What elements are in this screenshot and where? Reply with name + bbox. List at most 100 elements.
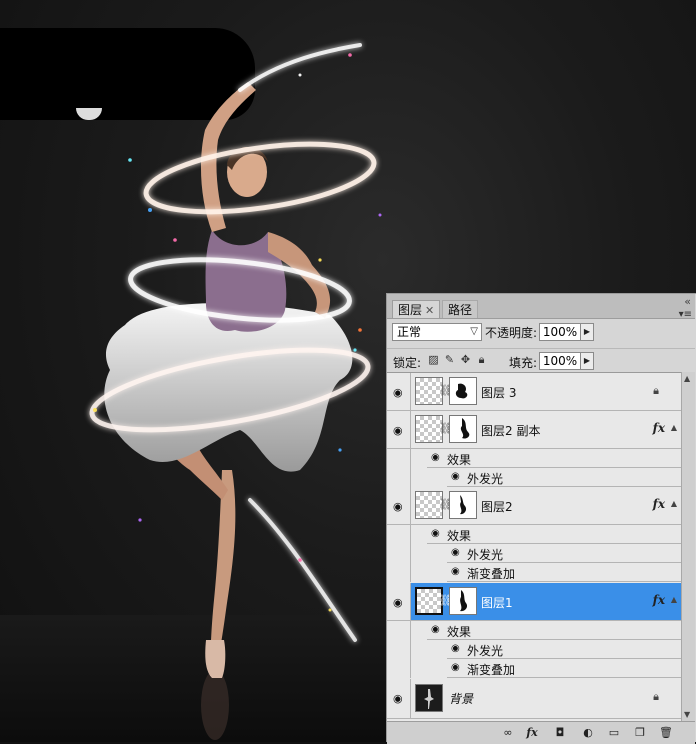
effect-label: 渐变叠加 (467, 567, 516, 581)
opacity-input[interactable]: 100% (539, 323, 581, 341)
lock-label: 锁定: (393, 356, 422, 370)
tab-paths-label: 路径 (448, 303, 473, 317)
tab-paths[interactable]: 路径 (442, 300, 479, 318)
effects-label: 效果 (447, 453, 472, 467)
blend-mode-select[interactable]: 正常 ▽ (392, 323, 482, 341)
layer-row-layer3[interactable]: ◉ ⛓ 图层 3 🔒︎ (387, 373, 681, 411)
effects-label: 效果 (447, 625, 472, 639)
visibility-cell (387, 468, 411, 487)
link-layers-icon[interactable]: ∞ (501, 726, 515, 739)
eye-icon[interactable]: ◉ (451, 662, 460, 673)
light-ribbon-tail (248, 498, 357, 642)
lock-position-icon[interactable]: ✥ (459, 353, 472, 366)
effects-header[interactable]: ◉ 效果 (387, 449, 681, 468)
lock-all-icon[interactable]: 🔒︎ (475, 353, 488, 366)
visibility-cell (387, 621, 411, 640)
layer-name: 图层1 (481, 596, 513, 610)
effect-gradient-overlay[interactable]: ◉ 渐变叠加 (387, 563, 681, 582)
blend-row: 正常 ▽ 不透明度: 100% ▶ (387, 319, 695, 346)
layer-mask-thumbnail[interactable] (449, 491, 477, 519)
visibility-cell (387, 525, 411, 544)
floor-reflection (201, 670, 229, 740)
layer-name: 图层2 副本 (481, 424, 541, 438)
eye-icon[interactable]: ◉ (431, 528, 440, 539)
visibility-cell (387, 544, 411, 563)
eye-icon[interactable]: ◉ (451, 566, 460, 577)
fill-slider-button[interactable]: ▶ (580, 352, 594, 370)
lock-transparency-icon[interactable]: ▨ (427, 353, 440, 366)
tab-layers[interactable]: 图层 ✕ (392, 300, 441, 318)
fx-icon[interactable]: fx (653, 497, 665, 511)
layer-row-layer2-copy[interactable]: ◉ ⛓ 图层2 副本 fx ▲ (387, 411, 681, 449)
effect-label: 外发光 (467, 548, 504, 562)
effect-outer-glow[interactable]: ◉ 外发光 (387, 544, 681, 563)
visibility-cell (387, 449, 411, 468)
effect-label: 渐变叠加 (467, 663, 516, 677)
lock-image-icon[interactable]: ✎ (443, 353, 456, 366)
scroll-up-icon[interactable]: ▲ (684, 374, 690, 383)
eye-icon[interactable]: ◉ (431, 452, 440, 463)
layer-name: 背景 (449, 692, 474, 706)
fill-label: 填充: (509, 356, 538, 370)
eye-icon[interactable]: ◉ (451, 547, 460, 558)
new-group-icon[interactable]: ▭ (607, 726, 621, 739)
effect-label: 外发光 (467, 644, 504, 658)
visibility-toggle[interactable]: ◉ (387, 411, 411, 448)
light-ribbon-top (238, 43, 362, 92)
fx-icon[interactable]: fx (653, 593, 665, 607)
layer-mask-thumbnail[interactable] (449, 587, 477, 615)
visibility-cell (387, 563, 411, 582)
collapse-icon[interactable]: « (684, 295, 691, 308)
visibility-toggle[interactable]: ◉ (387, 373, 411, 410)
eye-icon[interactable]: ◉ (431, 624, 440, 635)
expand-effects-icon[interactable]: ▲ (671, 423, 677, 432)
fill-input[interactable]: 100% (539, 352, 581, 370)
layer-row-background[interactable]: ◉ 背景 🔒︎ (387, 679, 681, 719)
eye-icon[interactable]: ◉ (451, 471, 460, 482)
effects-header[interactable]: ◉ 效果 (387, 525, 681, 544)
lock-icon: 🔒︎ (653, 384, 659, 397)
layer-name: 图层 3 (481, 386, 517, 400)
effect-gradient-overlay[interactable]: ◉ 渐变叠加 (387, 659, 681, 678)
visibility-cell (387, 640, 411, 659)
tab-layers-label: 图层 (398, 303, 423, 317)
eye-icon[interactable]: ◉ (451, 643, 460, 654)
layers-scrollbar[interactable]: ▲ ▼ (681, 372, 695, 721)
adjustment-layer-icon[interactable]: ◐ (581, 726, 595, 739)
effects-header[interactable]: ◉ 效果 (387, 621, 681, 640)
layer-row-layer1[interactable]: ◉ ⛓ 图层1 fx ▲ (387, 583, 681, 621)
effects-label: 效果 (447, 529, 472, 543)
layers-list: ◉ ⛓ 图层 3 🔒︎ ◉ ⛓ 图层2 副本 fx ▲ ◉ 效果 ◉ 外发光 ◉ (387, 372, 681, 722)
pointe-shoe (205, 640, 226, 678)
layer-row-layer2[interactable]: ◉ ⛓ 图层2 fx ▲ (387, 487, 681, 525)
effect-label: 外发光 (467, 472, 504, 486)
visibility-toggle[interactable]: ◉ (387, 487, 411, 524)
effect-outer-glow[interactable]: ◉ 外发光 (387, 640, 681, 659)
lock-icon: 🔒︎ (653, 690, 659, 703)
close-tab-icon[interactable]: ✕ (425, 304, 434, 317)
expand-effects-icon[interactable]: ▲ (671, 595, 677, 604)
layer-mask-thumbnail[interactable] (449, 377, 477, 405)
fx-icon[interactable]: fx (653, 421, 665, 435)
scroll-down-icon[interactable]: ▼ (684, 710, 690, 719)
eye-icon: ◉ (393, 386, 403, 399)
expand-effects-icon[interactable]: ▲ (671, 499, 677, 508)
visibility-toggle[interactable]: ◉ (387, 583, 411, 620)
add-style-icon[interactable]: fx (525, 726, 539, 739)
delete-layer-icon[interactable]: 🗑︎ (659, 726, 673, 739)
visibility-cell (387, 659, 411, 678)
layer-name: 图层2 (481, 500, 513, 514)
add-mask-icon[interactable]: ◘ (553, 726, 567, 739)
effect-outer-glow[interactable]: ◉ 外发光 (387, 468, 681, 487)
lock-row: 锁定: ▨ ✎ ✥ 🔒︎ 填充: 100% ▶ (387, 348, 695, 373)
eye-icon: ◉ (393, 500, 403, 513)
layer-mask-thumbnail[interactable] (449, 415, 477, 443)
panel-tab-bar: 图层 ✕ 路径 « ▾≡ (387, 294, 695, 320)
visibility-toggle[interactable]: ◉ (387, 679, 411, 718)
opacity-label: 不透明度: (485, 326, 538, 340)
blend-mode-value: 正常 (397, 325, 422, 339)
new-layer-icon[interactable]: ❐ (633, 726, 647, 739)
chevron-down-icon: ▽ (470, 326, 478, 337)
background-thumbnail (415, 684, 443, 712)
opacity-slider-button[interactable]: ▶ (580, 323, 594, 341)
